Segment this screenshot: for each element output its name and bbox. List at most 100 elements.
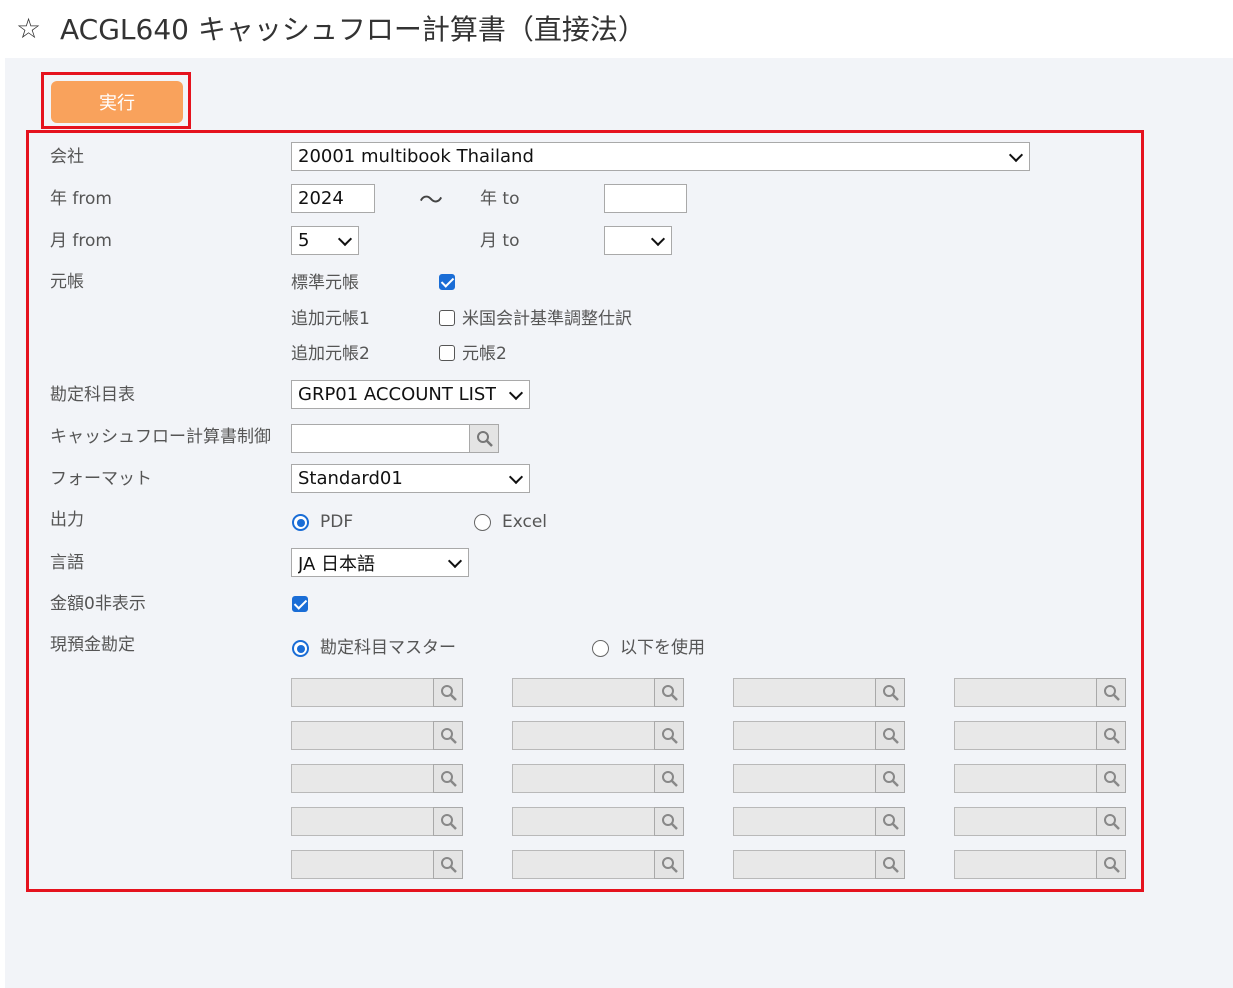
cash-account-lookup — [733, 678, 905, 707]
search-icon — [1104, 685, 1120, 701]
cash-account-input — [954, 764, 1097, 793]
cash-account-search-button — [875, 721, 905, 750]
cash-account-search-button — [875, 807, 905, 836]
month-from-select[interactable]: 5 — [291, 226, 359, 255]
chevron-down-icon — [650, 231, 666, 246]
cash-account-search-button — [654, 807, 684, 836]
cash-account-input — [512, 678, 655, 707]
account-table-label: 勘定科目表 — [50, 385, 135, 405]
cash-account-input — [954, 807, 1097, 836]
cash-account-lookup — [512, 764, 684, 793]
hide-zero-label: 金額0非表示 — [50, 594, 146, 614]
cash-account-input — [733, 764, 876, 793]
cash-account-search-button — [1096, 850, 1126, 879]
cash-account-lookup — [512, 807, 684, 836]
cf-control-input[interactable] — [291, 424, 470, 453]
cash-account-search-button — [433, 764, 463, 793]
search-icon — [662, 857, 678, 873]
cash-account-input — [291, 678, 434, 707]
company-select-value: 20001 multibook Thailand — [298, 146, 534, 167]
star-icon[interactable]: ☆ — [16, 12, 41, 46]
cash-account-input — [291, 807, 434, 836]
account-master-label: 勘定科目マスター — [320, 638, 456, 658]
cf-control-search-button[interactable] — [469, 424, 499, 453]
range-separator: 〜 — [419, 186, 443, 214]
month-from-value: 5 — [298, 230, 310, 251]
format-select[interactable]: Standard01 — [291, 464, 530, 493]
ledger2-checkbox[interactable] — [439, 345, 455, 361]
search-icon — [441, 814, 457, 830]
year-from-input[interactable]: 2024 — [291, 184, 375, 213]
search-icon — [662, 685, 678, 701]
cash-account-search-button — [433, 850, 463, 879]
search-icon — [1104, 728, 1120, 744]
use-below-radio[interactable] — [592, 640, 609, 657]
cash-account-lookup — [512, 850, 684, 879]
output-pdf-radio[interactable] — [292, 514, 309, 531]
search-icon — [441, 771, 457, 787]
cash-account-search-button — [654, 850, 684, 879]
search-icon — [662, 814, 678, 830]
cash-account-search-button — [875, 678, 905, 707]
ledger2-label: 元帳2 — [462, 344, 507, 364]
cf-control-label: キャッシュフロー計算書制御 — [50, 427, 271, 447]
company-select[interactable]: 20001 multibook Thailand — [291, 142, 1030, 171]
standard-ledger-checkbox[interactable] — [439, 274, 455, 290]
format-label: フォーマット — [50, 469, 152, 489]
cash-account-lookup — [733, 764, 905, 793]
cash-account-lookup — [954, 807, 1126, 836]
cash-account-lookup — [733, 721, 905, 750]
output-pdf-label: PDF — [320, 512, 354, 532]
hide-zero-checkbox[interactable] — [292, 596, 308, 612]
cash-account-lookup — [291, 850, 463, 879]
chevron-down-icon — [447, 553, 463, 568]
cash-account-lookup — [954, 678, 1126, 707]
run-button[interactable]: 実行 — [51, 81, 183, 123]
cash-account-input — [512, 807, 655, 836]
cash-account-input — [512, 764, 655, 793]
language-select[interactable]: JA 日本語 — [291, 548, 469, 577]
cash-account-search-button — [433, 678, 463, 707]
cash-account-input — [733, 721, 876, 750]
search-icon — [662, 728, 678, 744]
search-icon — [883, 728, 899, 744]
cash-account-lookup — [291, 678, 463, 707]
cash-account-lookup — [954, 721, 1126, 750]
cash-account-input — [954, 721, 1097, 750]
format-value: Standard01 — [298, 468, 403, 489]
search-icon — [662, 771, 678, 787]
standard-ledger-label: 標準元帳 — [291, 273, 359, 293]
year-to-input[interactable] — [604, 184, 687, 213]
cash-account-search-button — [433, 807, 463, 836]
chevron-down-icon — [508, 469, 524, 484]
use-below-label: 以下を使用 — [620, 638, 705, 658]
cash-account-input — [291, 764, 434, 793]
cash-account-search-button — [654, 764, 684, 793]
search-icon — [441, 685, 457, 701]
account-master-radio[interactable] — [292, 640, 309, 657]
chevron-down-icon — [1008, 147, 1024, 162]
search-icon — [477, 431, 493, 447]
cash-account-lookup — [291, 764, 463, 793]
search-icon — [883, 685, 899, 701]
us-gaap-adjust-checkbox[interactable] — [439, 310, 455, 326]
search-icon — [1104, 857, 1120, 873]
output-excel-label: Excel — [502, 512, 548, 532]
cash-account-input — [733, 807, 876, 836]
account-table-select[interactable]: GRP01 ACCOUNT LIST — [291, 380, 530, 409]
month-from-label: 月 from — [50, 231, 112, 251]
cash-account-lookup — [954, 764, 1126, 793]
cash-account-input — [954, 678, 1097, 707]
year-from-label: 年 from — [50, 189, 112, 209]
search-icon — [441, 857, 457, 873]
cash-account-input — [512, 850, 655, 879]
month-to-select[interactable] — [604, 226, 672, 255]
cf-control-lookup — [291, 424, 499, 453]
company-label: 会社 — [50, 147, 84, 167]
cash-accounts-label: 現預金勘定 — [50, 635, 135, 655]
language-label: 言語 — [50, 553, 84, 573]
chevron-down-icon — [508, 385, 524, 400]
output-excel-radio[interactable] — [474, 514, 491, 531]
cash-account-lookup — [291, 721, 463, 750]
page-title: ACGL640 キャッシュフロー計算書（直接法） — [60, 13, 646, 46]
